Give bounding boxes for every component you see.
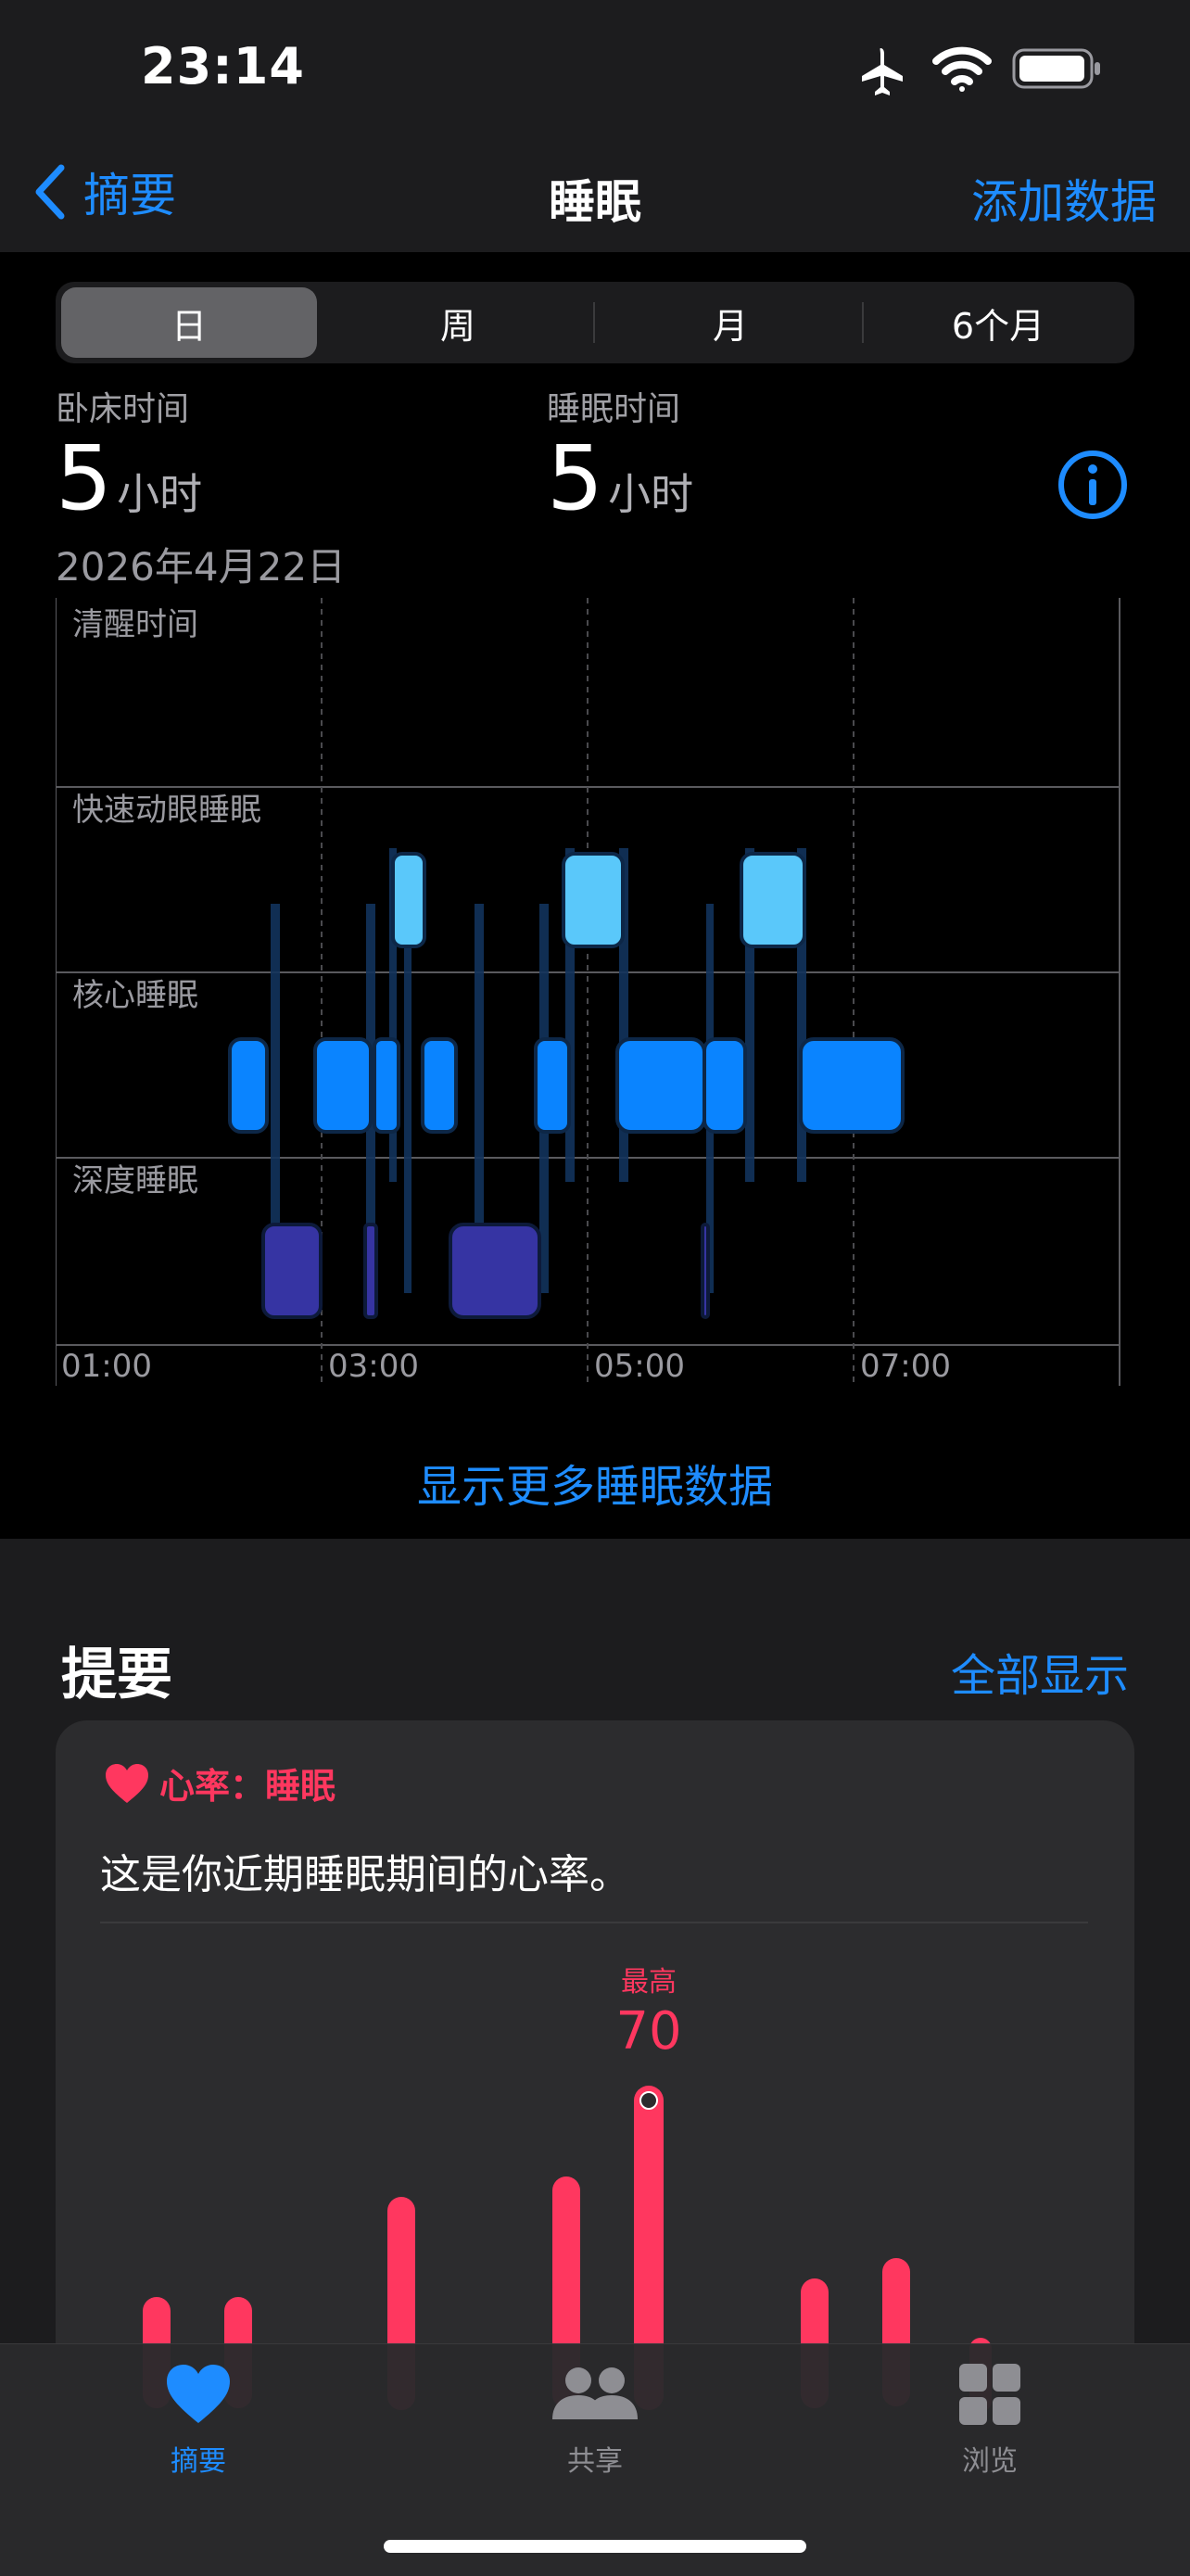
wifi-icon xyxy=(932,46,992,92)
stage-label-awake: 清醒时间 xyxy=(72,606,198,643)
grid-icon xyxy=(959,2364,1020,2425)
tab-browse[interactable]: 浏览 xyxy=(916,2362,1064,2479)
sleep-segment-rem xyxy=(391,852,426,948)
sleep-segment-core xyxy=(534,1037,571,1134)
tab-label: 浏览 xyxy=(962,2445,1018,2478)
in-bed-label: 卧床时间 xyxy=(56,390,190,428)
show-more-sleep-data-link[interactable]: 显示更多睡眠数据 xyxy=(0,1450,1190,1515)
sleep-segment-core xyxy=(703,1037,747,1134)
stage-label-deep: 深度睡眠 xyxy=(72,1162,198,1199)
card-description: 这是你近期睡眠期间的心率。 xyxy=(100,1851,630,1898)
people-icon xyxy=(552,2367,638,2419)
tab-sharing[interactable]: 共享 xyxy=(521,2362,669,2479)
asleep-value: 5 小时 xyxy=(547,426,693,530)
sleep-segment-rem xyxy=(562,852,625,948)
card-divider xyxy=(100,1922,1088,1923)
tab-label: 摘要 xyxy=(171,2445,226,2478)
sleep-segment-core xyxy=(313,1037,373,1134)
segment-6-months[interactable]: 6个月 xyxy=(867,287,1129,358)
card-header: 心率：睡眠 xyxy=(104,1758,335,1808)
show-all-button[interactable]: 全部显示 xyxy=(951,1639,1129,1704)
asleep-number: 5 xyxy=(547,426,604,530)
home-indicator xyxy=(384,2540,806,2553)
x-tick-label: 01:00 xyxy=(61,1348,152,1385)
sleep-segment-core xyxy=(373,1037,400,1134)
x-tick-label: 05:00 xyxy=(594,1348,685,1385)
sleep-segment-deep xyxy=(261,1223,323,1319)
max-value: 70 xyxy=(615,2001,681,2062)
sleep-segment-deep xyxy=(363,1223,378,1319)
highlights-title: 提要 xyxy=(61,1643,172,1707)
sleep-segment-deep xyxy=(701,1223,710,1319)
in-bed-unit: 小时 xyxy=(117,469,203,519)
heart-icon xyxy=(106,1763,148,1803)
add-data-button[interactable]: 添加数据 xyxy=(971,165,1157,232)
max-point-marker xyxy=(639,2091,658,2110)
stage-label-core: 核心睡眠 xyxy=(72,977,198,1014)
asleep-unit: 小时 xyxy=(608,469,694,519)
airplane-mode-icon xyxy=(862,48,903,95)
card-category: 心率：睡眠 xyxy=(159,1766,336,1807)
stage-label-rem: 快速动眼睡眠 xyxy=(72,792,261,829)
sleep-segment-rem xyxy=(740,852,806,948)
sleep-stages-chart: 清醒时间 快速动眼睡眠 核心睡眠 深度睡眠 01:00 03:00 05:00 … xyxy=(56,598,1120,1386)
in-bed-number: 5 xyxy=(56,426,113,530)
sleep-segment-core xyxy=(228,1037,269,1134)
segment-divider xyxy=(862,302,864,343)
asleep-label: 睡眠时间 xyxy=(547,390,681,428)
in-bed-value: 5 小时 xyxy=(56,426,202,530)
segment-divider xyxy=(593,302,595,343)
segment-week[interactable]: 周 xyxy=(330,287,586,358)
sleep-segment-core xyxy=(615,1037,706,1134)
max-label: 最高 xyxy=(621,1966,677,1999)
time-range-segmented-control: 日 周 月 6个月 xyxy=(56,282,1134,363)
stage-connector xyxy=(404,904,411,1293)
x-tick-label: 07:00 xyxy=(860,1348,951,1385)
segment-month[interactable]: 月 xyxy=(599,287,862,358)
tab-label: 共享 xyxy=(567,2445,623,2478)
sleep-segment-core xyxy=(421,1037,458,1134)
tab-summary[interactable]: 摘要 xyxy=(124,2362,272,2479)
segment-day[interactable]: 日 xyxy=(61,287,317,358)
chart-date: 2026年4月22日 xyxy=(56,544,347,590)
heart-icon xyxy=(167,2365,230,2423)
x-tick-label: 03:00 xyxy=(328,1348,419,1385)
sleep-segment-deep xyxy=(449,1223,541,1319)
battery-icon xyxy=(1012,48,1100,89)
status-time: 23:14 xyxy=(141,37,305,95)
info-icon[interactable] xyxy=(1057,449,1129,521)
sleep-segment-core xyxy=(799,1037,905,1134)
